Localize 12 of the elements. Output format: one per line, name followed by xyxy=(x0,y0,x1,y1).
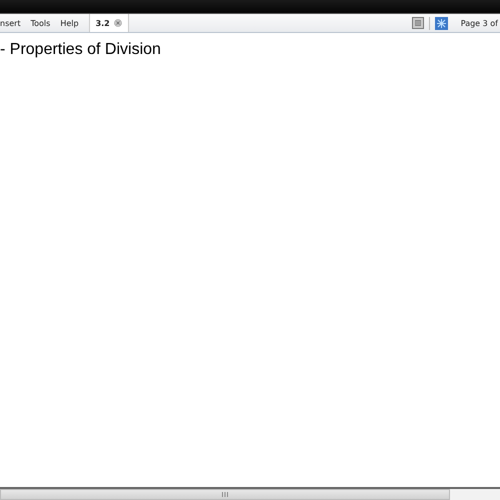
page-title: - Properties of Division xyxy=(0,40,162,59)
document-tab[interactable]: 3.2 xyxy=(88,14,129,32)
page-indicator: Page 3 of xyxy=(460,18,498,28)
page-icon[interactable] xyxy=(412,17,424,29)
scrollbar-thumb[interactable] xyxy=(0,489,450,500)
close-icon[interactable] xyxy=(114,19,122,27)
menu-item[interactable]: Help xyxy=(60,18,79,28)
menu-item[interactable]: nsert xyxy=(0,18,21,28)
grid-icon[interactable] xyxy=(434,16,448,30)
menu-item[interactable]: Tools xyxy=(30,18,50,28)
grip-icon xyxy=(222,492,228,497)
horizontal-scrollbar[interactable] xyxy=(0,487,500,500)
